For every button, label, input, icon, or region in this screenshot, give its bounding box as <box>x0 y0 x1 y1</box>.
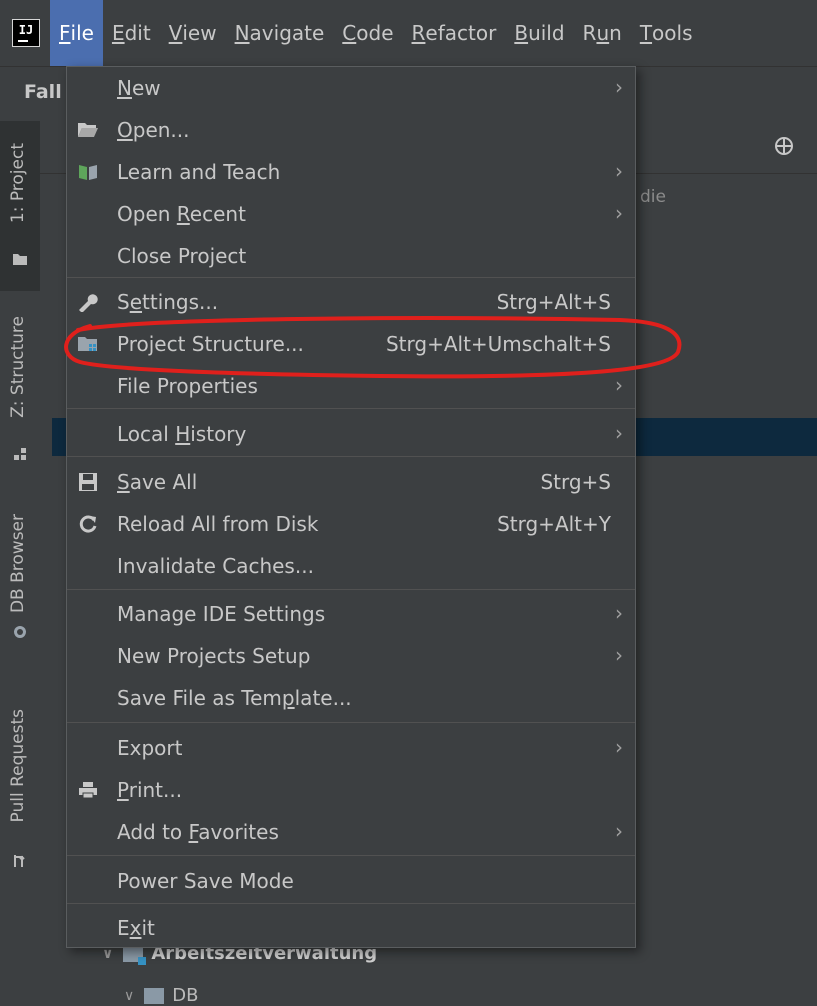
menu-navigate[interactable]: Navigate <box>226 0 334 66</box>
menu-separator <box>67 277 635 278</box>
menu-item-save-file-as-template[interactable]: Save File as Template... <box>67 677 635 719</box>
chevron-right-icon: › <box>615 421 623 445</box>
menu-item-learn-and-teach[interactable]: Learn and Teach › <box>67 151 635 193</box>
menu-item-shortcut: Strg+Alt+Umschalt+S <box>385 332 611 356</box>
menu-item-local-history[interactable]: Local History › <box>67 413 635 455</box>
menu-item-reload-all-from-disk[interactable]: Reload All from Disk Strg+Alt+Y <box>67 503 635 545</box>
tool-tab-pull-requests-label: Pull Requests <box>8 709 28 823</box>
menu-item-label: Export <box>117 736 183 760</box>
menu-item-exit[interactable]: Exit <box>67 907 635 949</box>
menu-view[interactable]: View <box>160 0 226 66</box>
tree-item-label: DB <box>172 985 199 1006</box>
folder-icon <box>144 987 165 1004</box>
tool-tab-db-browser-label: DB Browser <box>8 514 28 614</box>
menu-item-label: Open... <box>117 118 190 142</box>
file-menu-dropdown: New › Open... Learn and Teach › Open Recen… <box>66 66 636 948</box>
menu-item-manage-ide-settings[interactable]: Manage IDE Settings › <box>67 593 635 635</box>
db-browser-icon <box>14 626 26 638</box>
menu-tools[interactable]: Tools <box>631 0 702 66</box>
menu-build[interactable]: Build <box>505 0 573 66</box>
reload-icon <box>79 515 97 533</box>
chevron-right-icon: › <box>615 643 623 667</box>
menu-separator <box>67 589 635 590</box>
chevron-right-icon: › <box>615 601 623 625</box>
menu-run[interactable]: Run <box>574 0 631 66</box>
menu-item-save-all[interactable]: Save All Strg+S <box>67 461 635 503</box>
menu-code[interactable]: Code <box>333 0 402 66</box>
menu-item-label: Settings... <box>117 290 219 314</box>
menu-separator <box>67 408 635 409</box>
menu-item-label: New <box>117 76 161 100</box>
menu-item-label: Project Structure... <box>117 332 304 356</box>
menu-separator <box>67 722 635 723</box>
pull-request-icon <box>14 855 25 867</box>
menu-item-label: Close Project <box>117 244 247 268</box>
menu-item-project-structure[interactable]: Project Structure... Strg+Alt+Umschalt+S <box>67 323 635 365</box>
menu-item-label: Add to Favorites <box>117 820 279 844</box>
menu-edit[interactable]: Edit <box>103 0 160 66</box>
project-structure-icon <box>78 337 97 351</box>
folder-open-icon <box>78 123 98 137</box>
menu-item-label: New Projects Setup <box>117 644 311 668</box>
menu-item-label: Open Recent <box>117 202 246 226</box>
menu-separator <box>67 456 635 457</box>
menu-item-label: Print... <box>117 778 183 802</box>
menu-item-power-save-mode[interactable]: Power Save Mode <box>67 860 635 902</box>
menu-item-new[interactable]: New › <box>67 67 635 109</box>
tool-tab-project-label: 1: Project <box>8 143 28 224</box>
menu-item-label: Local History <box>117 422 247 446</box>
menu-item-label: Power Save Mode <box>117 869 294 893</box>
menu-item-label: Save File as Template... <box>117 686 352 710</box>
chevron-right-icon: › <box>615 373 623 397</box>
menu-item-open[interactable]: Open... <box>67 109 635 151</box>
wrench-icon <box>79 294 98 312</box>
menu-item-shortcut: Strg+Alt+S <box>496 290 611 314</box>
menu-item-invalidate-caches[interactable]: Invalidate Caches... <box>67 545 635 587</box>
menu-file[interactable]: File <box>50 0 103 66</box>
intellij-logo-icon: IJ <box>12 19 40 47</box>
menu-item-label: Learn and Teach <box>117 160 281 184</box>
menu-item-file-properties[interactable]: File Properties › <box>67 365 635 407</box>
chevron-right-icon: › <box>615 819 623 843</box>
menu-separator <box>67 855 635 856</box>
menu-bar: IJ File Edit View Navigate Code Refactor… <box>0 0 817 66</box>
tree-item-db[interactable]: ∨ DB <box>124 985 198 1006</box>
menu-item-open-recent[interactable]: Open Recent › <box>67 193 635 235</box>
structure-icon <box>14 448 26 460</box>
menu-item-label: Save All <box>117 470 198 494</box>
chevron-right-icon: › <box>615 75 623 99</box>
menu-item-export[interactable]: Export › <box>67 727 635 769</box>
menu-item-label: File Properties <box>117 374 258 398</box>
tool-tab-structure[interactable]: Z: Structure <box>0 306 40 466</box>
folder-icon <box>13 254 27 265</box>
save-icon <box>79 473 97 491</box>
chevron-right-icon: › <box>615 735 623 759</box>
menu-item-settings[interactable]: Settings... Strg+Alt+S <box>67 281 635 323</box>
panel-hint-text: die <box>640 187 666 207</box>
chevron-right-icon: › <box>615 159 623 183</box>
menu-refactor[interactable]: Refactor <box>403 0 506 66</box>
tool-tab-structure-label: Z: Structure <box>8 316 28 418</box>
tool-tab-db-browser[interactable]: DB Browser <box>0 506 40 656</box>
book-icon <box>79 165 97 180</box>
menu-item-label: Reload All from Disk <box>117 512 319 536</box>
breadcrumb-project[interactable]: Fall <box>24 81 62 103</box>
menu-item-close-project[interactable]: Close Project <box>67 235 635 277</box>
tool-tab-project[interactable]: 1: Project <box>0 121 40 291</box>
locate-target-icon[interactable] <box>773 135 795 157</box>
tool-window-strip: 1: Project Z: Structure DB Browser Pull … <box>0 121 41 1002</box>
menu-item-shortcut: Strg+Alt+Y <box>497 512 611 536</box>
menu-item-label: Invalidate Caches... <box>117 554 314 578</box>
tool-tab-pull-requests[interactable]: Pull Requests <box>0 701 40 871</box>
menu-item-label: Exit <box>117 916 155 940</box>
printer-icon <box>79 782 97 799</box>
menu-item-new-projects-setup[interactable]: New Projects Setup › <box>67 635 635 677</box>
menu-separator <box>67 903 635 904</box>
menu-item-shortcut: Strg+S <box>540 470 611 494</box>
menu-item-label: Manage IDE Settings <box>117 602 326 626</box>
chevron-right-icon: › <box>615 201 623 225</box>
menu-item-add-to-favorites[interactable]: Add to Favorites › <box>67 811 635 853</box>
menu-item-print[interactable]: Print... <box>67 769 635 811</box>
chevron-down-icon[interactable]: ∨ <box>124 988 134 1004</box>
